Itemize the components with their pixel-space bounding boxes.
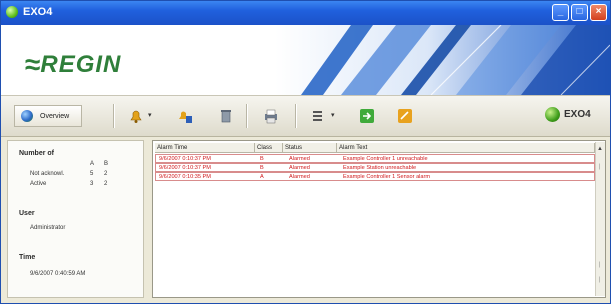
alarm-class-cell: A [260, 174, 264, 180]
title-bar[interactable]: EXO4 _ □ × [1, 1, 610, 25]
notes-icon[interactable] [397, 108, 413, 124]
active-b-count: 2 [104, 181, 108, 187]
alarm-time-cell: 9/6/2007 0:10:35 PM [159, 174, 211, 180]
delete-icon[interactable] [218, 108, 234, 124]
exo4-window: EXO4 _ □ × ≈ REGIN Overview ▾ ▾ EXO4 Num… [0, 0, 611, 304]
time-value: 9/6/2007 0:40:59 AM [30, 271, 86, 277]
column-header-alarm-time[interactable]: Alarm Time [155, 143, 255, 153]
toolbar-separator [246, 104, 248, 128]
toolbar: Overview ▾ ▾ EXO4 [1, 95, 610, 137]
alarm-time-cell: 9/6/2007 0:10:37 PM [159, 165, 211, 171]
minimize-button[interactable]: _ [552, 4, 569, 21]
chevron-down-icon[interactable]: ▾ [148, 111, 152, 119]
alarm-status-cell: Alarmed [289, 165, 310, 171]
close-button[interactable]: × [590, 4, 607, 21]
toolbar-separator [113, 104, 115, 128]
alarm-text-cell: Example Controller 1 Sensor alarm [343, 174, 431, 180]
column-header-alarm-text[interactable]: Alarm Text [337, 143, 595, 153]
alarm-list[interactable]: Alarm Time Class Status Alarm Text 9/6/2… [152, 140, 606, 298]
alarm-status-cell: Alarmed [289, 156, 310, 162]
not-acknowledged-b-count: 2 [104, 171, 108, 177]
maximize-button[interactable]: □ [571, 4, 588, 21]
overview-button[interactable]: Overview [14, 105, 82, 127]
column-header-status[interactable]: Status [283, 143, 337, 153]
alarm-status-cell: Alarmed [289, 174, 310, 180]
scroll-up-arrow-icon[interactable]: ▲ [597, 146, 603, 152]
window-title: EXO4 [23, 6, 53, 18]
alarm-class-cell: B [260, 156, 264, 162]
scroll-marker: │ [598, 164, 602, 170]
time-heading: Time [19, 254, 36, 261]
scroll-marker: │ [598, 277, 602, 283]
overview-label: Overview [40, 112, 70, 120]
filter-icon[interactable]: ▾ [311, 108, 335, 124]
column-b-label: B [104, 161, 109, 167]
active-a-count: 3 [90, 181, 94, 187]
chevron-down-icon[interactable]: ▾ [331, 111, 335, 119]
status-panel: Number of A B Not acknowl. 5 2 Active 3 … [7, 140, 144, 298]
column-header-class[interactable]: Class [255, 143, 283, 153]
alarm-text-cell: Example Station unreachable [343, 165, 417, 171]
alarm-time-cell: 9/6/2007 0:10:37 PM [159, 156, 211, 162]
alarm-class-cell: B [260, 165, 264, 171]
regin-logo-text: REGIN [40, 51, 122, 78]
regin-logo-mark: ≈ [25, 49, 40, 80]
table-row[interactable]: 9/6/2007 0:10:35 PM A Alarmed Example Co… [155, 172, 595, 181]
exo4-logo-icon [545, 107, 560, 122]
bell-icon[interactable]: ▾ [128, 108, 152, 124]
table-row[interactable]: 9/6/2007 0:10:37 PM B Alarmed Example St… [155, 163, 595, 172]
toolbar-separator [295, 104, 297, 128]
alarm-text-cell: Example Controller 1 unreachable [343, 156, 428, 162]
active-label: Active [30, 181, 47, 187]
exo4-badge: EXO4 [545, 107, 591, 122]
not-acknowledged-label: Not acknowl. [30, 171, 65, 177]
acknowledge-icon[interactable] [177, 108, 193, 124]
column-a-label: A [90, 161, 95, 167]
print-icon[interactable] [263, 108, 279, 124]
scroll-marker: │ [598, 262, 602, 268]
user-heading: User [19, 210, 35, 217]
vertical-scrollbar[interactable]: ▲ │ │ │ [595, 142, 605, 296]
table-row[interactable]: 9/6/2007 0:10:37 PM B Alarmed Example Co… [155, 154, 595, 163]
export-icon[interactable] [359, 108, 375, 124]
user-value: Administrator [30, 225, 66, 231]
header-banner: ≈ REGIN [1, 25, 610, 95]
not-acknowledged-a-count: 5 [90, 171, 94, 177]
globe-icon [21, 110, 33, 122]
regin-logo: ≈ REGIN [25, 51, 121, 79]
app-icon [6, 6, 18, 18]
number-of-heading: Number of [19, 150, 54, 157]
exo4-badge-label: EXO4 [564, 109, 591, 120]
